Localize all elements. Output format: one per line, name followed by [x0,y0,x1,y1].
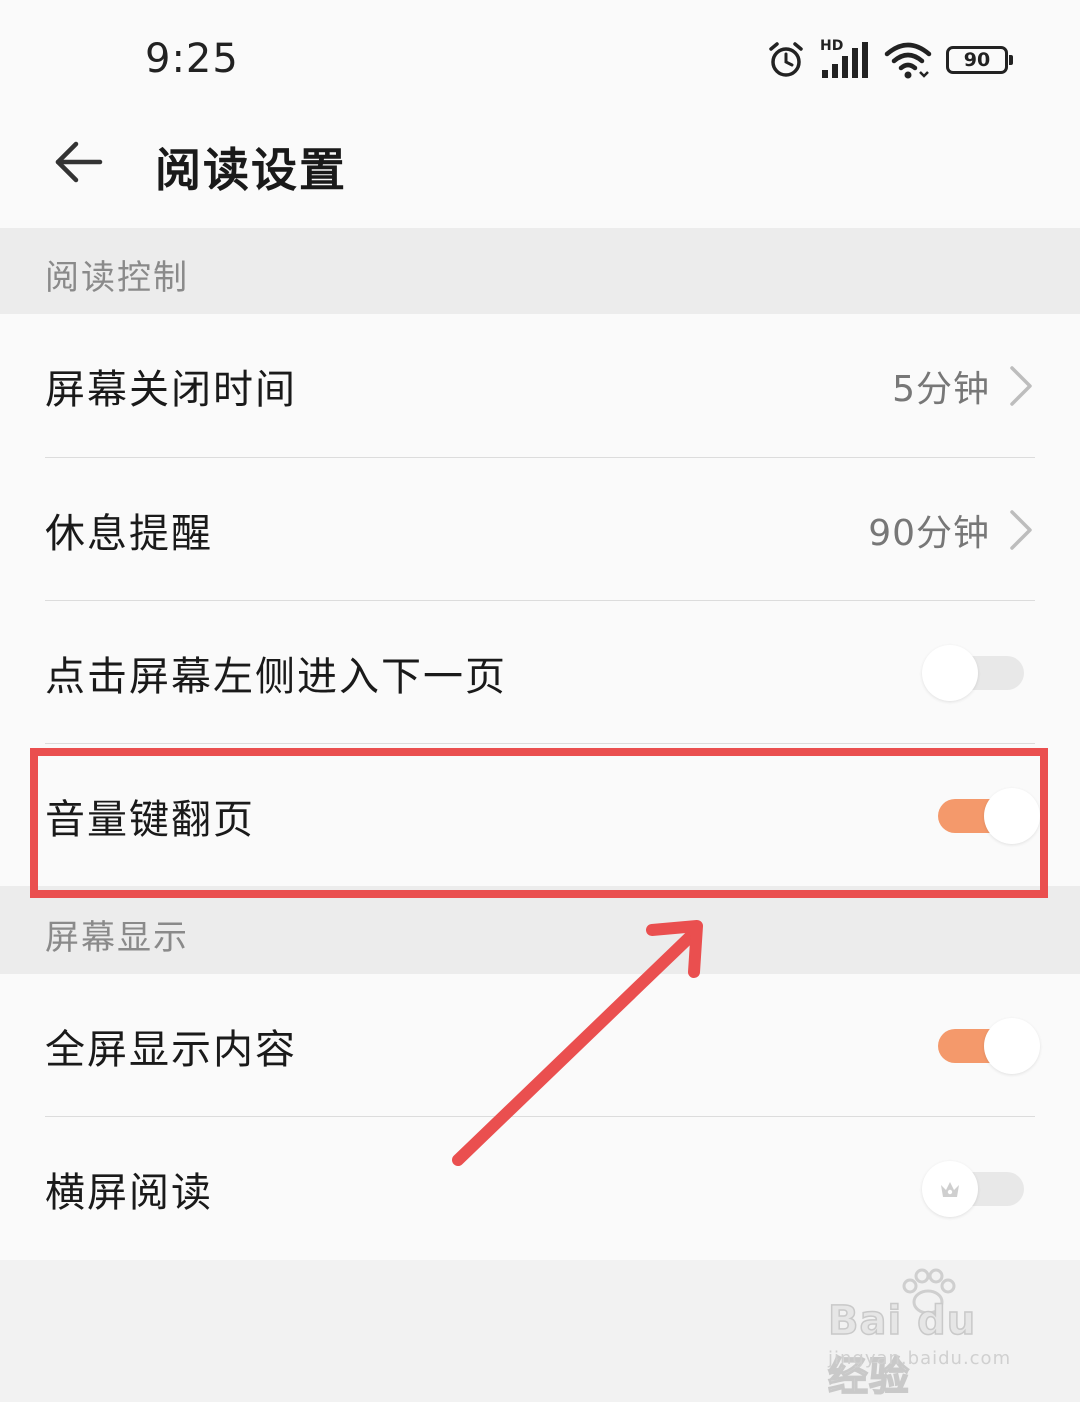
chevron-right-icon [1010,509,1032,550]
row-volume-key-page-turn: 音量键翻页 [0,744,1080,887]
toggle-landscape-reading[interactable] [922,1160,1024,1217]
row-screen-off-time[interactable]: 屏幕关闭时间 5分钟 [0,314,1080,457]
toggle-fullscreen-content[interactable] [938,1017,1040,1074]
settings-group-reading-control: 屏幕关闭时间 5分钟 休息提醒 90分钟 点击屏幕左侧进入下一页 音量键翻页 [0,314,1080,886]
settings-group-screen-display: 全屏显示内容 横屏阅读 [0,974,1080,1260]
toggle-tap-left-next-page[interactable] [922,644,1024,701]
toggle-knob [984,1017,1040,1074]
row-tap-left-next-page: 点击屏幕左侧进入下一页 [0,601,1080,744]
row-label: 屏幕关闭时间 [45,366,297,413]
section-header-reading-control: 阅读控制 [0,228,1080,314]
chevron-right-icon [1010,365,1032,406]
alarm-icon [769,42,803,77]
toggle-knob [984,787,1040,844]
status-time: 9:25 [145,36,239,82]
crown-icon [941,1181,959,1197]
battery-icon: 90 [946,46,1013,74]
app-header: 阅读设置 [0,110,1080,228]
row-rest-reminder[interactable]: 休息提醒 90分钟 [0,458,1080,601]
row-label: 音量键翻页 [45,796,255,843]
row-label: 横屏阅读 [45,1169,213,1216]
toggle-knob [922,1160,978,1217]
section-header-screen-display: 屏幕显示 [0,886,1080,974]
watermark-url: jingyan.baidu.com [828,1348,1012,1369]
row-label: 点击屏幕左侧进入下一页 [45,653,507,700]
section-title: 阅读控制 [45,258,189,298]
row-label: 休息提醒 [45,510,213,557]
back-button[interactable] [48,132,108,192]
row-landscape-reading: 横屏阅读 [0,1117,1080,1260]
status-bar: 9:25 HD 90 [0,0,1080,110]
page-title: 阅读设置 [155,143,347,197]
battery-level: 90 [963,49,991,71]
toggle-volume-key-page-turn[interactable] [938,787,1040,844]
arrow-left-icon [55,141,103,183]
signal-icon: HD [820,38,870,80]
status-icons: HD 90 [766,38,1013,82]
row-value: 5分钟 [892,368,990,410]
row-fullscreen-content: 全屏显示内容 [0,974,1080,1117]
wifi-icon [884,42,932,79]
watermark: Bai du 经验 jingyan.baidu.com [827,1268,1028,1401]
toggle-knob [922,644,978,701]
section-title: 屏幕显示 [45,918,189,958]
row-value: 90分钟 [868,512,990,554]
row-label: 全屏显示内容 [45,1026,297,1073]
